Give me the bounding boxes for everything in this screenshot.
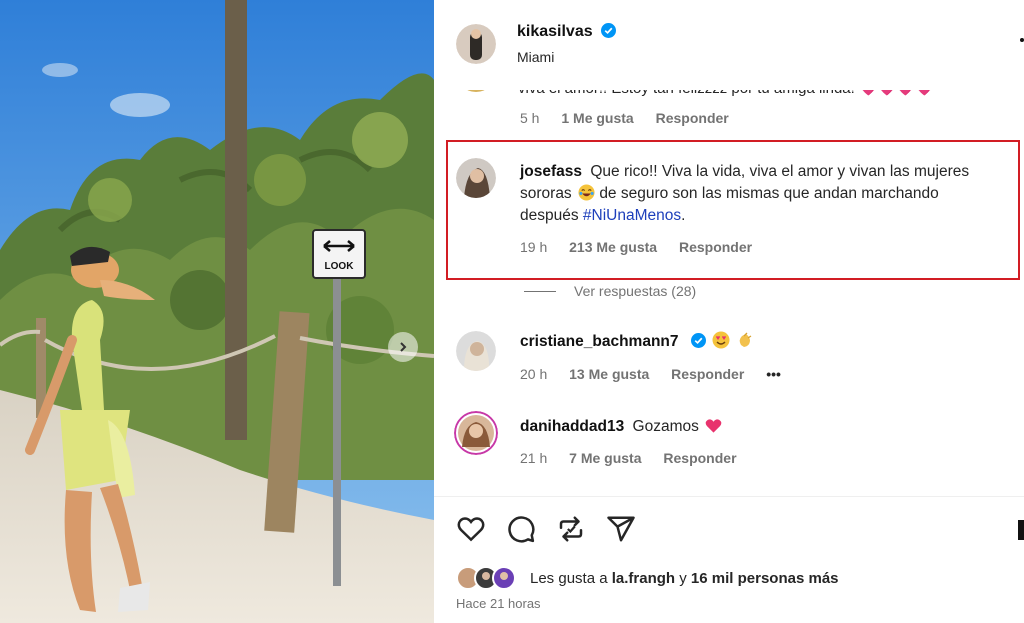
author-avatar[interactable] (456, 24, 496, 64)
reply-button[interactable]: Responder (679, 239, 752, 255)
avatar[interactable] (456, 158, 496, 198)
comment-text-2b: de seguro son las mismas que andan march… (599, 185, 939, 202)
heart-emoji-icon (705, 419, 722, 433)
share-icon[interactable] (606, 514, 636, 544)
comment-line-2: sororas de seguro son las mismas que and… (520, 183, 1020, 205)
comment-time: 19 h (520, 239, 548, 255)
post-photo: LOOK (0, 0, 434, 623)
actions-divider (434, 496, 1024, 497)
comment-username[interactable]: cristiane_bachmann7 (520, 333, 679, 350)
heart-eyes-emoji-icon (712, 331, 730, 349)
comment-meta: 5 h 1 Me gusta Responder (520, 110, 747, 126)
post-header: kikasilvas Miami (434, 0, 1024, 90)
comment-username[interactable]: josefass (520, 163, 582, 180)
comment-meta: 21 h 7 Me gusta Responder (520, 450, 755, 466)
comment-line-1: josefass Que rico!! Viva la vida, viva e… (520, 161, 1020, 183)
laughing-emoji-icon (578, 184, 595, 201)
likes-connector: y (679, 569, 687, 587)
more-options-button[interactable]: ••• (766, 366, 781, 382)
comment-time: 5 h (520, 110, 540, 126)
clapping-emoji-icon (740, 332, 752, 347)
verified-icon (601, 23, 617, 38)
likes-summary: Les gusta a la.frangh y 16 mil personas … (456, 566, 839, 590)
comment-likes[interactable]: 7 Me gusta (569, 450, 641, 466)
comment-time: 20 h (520, 366, 548, 382)
comment-likes[interactable]: 213 Me gusta (569, 239, 657, 255)
comment-c3: cristiane_bachmann7 (520, 331, 754, 353)
reply-button[interactable]: Responder (671, 366, 744, 382)
avatar[interactable] (454, 411, 498, 455)
liker-avatars[interactable] (456, 566, 522, 590)
sign-text: LOOK (325, 261, 355, 272)
likes-text: Les gusta a la.frangh y 16 mil personas … (530, 570, 839, 587)
liker-username[interactable]: la.frangh (612, 570, 675, 587)
bookmark-icon[interactable] (1018, 520, 1024, 540)
verified-icon (690, 333, 706, 348)
next-photo-button[interactable] (388, 332, 418, 362)
comments-panel: viva el amor!! Estoy tan felizzzz por tu… (434, 0, 1024, 623)
comment-text-1: Que rico!! Viva la vida, viva el amor y … (590, 163, 970, 180)
replies-divider (524, 290, 556, 292)
chevron-right-icon (400, 342, 407, 352)
likes-count[interactable]: 16 mil personas más (691, 570, 839, 587)
highlighted-comment: josefass Que rico!! Viva la vida, viva e… (520, 161, 1020, 227)
comment-username[interactable]: danihaddad13 (520, 418, 624, 435)
comment-text-3b: . (681, 207, 686, 224)
author-name[interactable]: kikasilvas (517, 23, 593, 40)
post-location[interactable]: Miami (517, 49, 554, 65)
comment-c4: danihaddad13 Gozamos (520, 416, 722, 438)
reply-button[interactable]: Responder (663, 450, 736, 466)
comment-likes[interactable]: 13 Me gusta (569, 366, 649, 382)
avatar[interactable] (456, 331, 496, 371)
view-replies-label: Ver respuestas (28) (574, 283, 697, 299)
comment-likes[interactable]: 1 Me gusta (561, 110, 633, 126)
comment-time: 21 h (520, 450, 548, 466)
comment-text: Gozamos (632, 418, 699, 435)
more-icon[interactable] (1020, 38, 1024, 42)
comment-text-3a: después (520, 207, 579, 224)
comment-text-2a: sororas (520, 185, 572, 202)
likes-prefix: Les gusta a (530, 569, 608, 587)
repost-icon[interactable] (556, 514, 586, 544)
hashtag-link[interactable]: #NiUnaMenos (583, 207, 681, 224)
comment-line-3: después #NiUnaMenos. (520, 205, 1020, 227)
post-time: Hace 21 horas (456, 596, 541, 611)
beach-photo-illustration: LOOK (0, 0, 434, 623)
heart-icon[interactable] (456, 514, 486, 544)
reply-button[interactable]: Responder (656, 110, 729, 126)
view-replies-button[interactable]: Ver respuestas (28) (524, 283, 696, 299)
author-username[interactable]: kikasilvas (517, 23, 617, 41)
comment-icon[interactable] (506, 514, 536, 544)
comment-meta: 19 h 213 Me gusta Responder (520, 239, 770, 255)
comment-meta: 20 h 13 Me gusta Responder ••• (520, 366, 799, 382)
